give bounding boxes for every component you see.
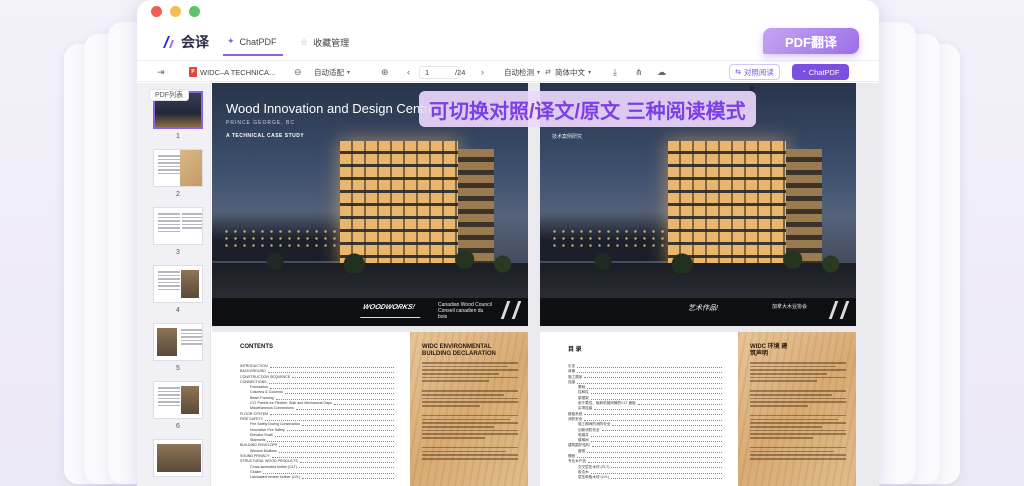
contents-list: INTRODUCTION BACKGROUND CONSTRUCTION SEQ…: [240, 364, 396, 481]
page-thumbnail-number: 3: [176, 249, 180, 256]
zoom-window-button[interactable]: [189, 6, 200, 17]
download-button[interactable]: ⤓: [613, 61, 617, 83]
page-thumbnail-number: 4: [176, 307, 180, 314]
declaration-text-block: [422, 362, 518, 462]
page-thumbnail-number: 2: [176, 191, 180, 198]
translated-contents-title: 目 录: [568, 347, 582, 353]
cover-title: Wood Innovation and Design Centre: [226, 101, 436, 116]
page-thumbnail-number: 5: [176, 365, 180, 372]
zoom-out-button[interactable]: ⊖: [294, 61, 302, 83]
compare-reading-button[interactable]: ⇆ 对照阅读: [729, 64, 780, 80]
download-icon: ⤓: [613, 66, 617, 77]
environmental-declaration-heading: WIDC ENVIRONMENTAL BUILDING DECLARATION: [422, 344, 496, 357]
zoom-mode-value: 自动适配: [314, 67, 344, 77]
reading-mode-banner: 可切换对照/译文/原文 三种阅读模式: [419, 91, 756, 127]
page-thumbnail-4[interactable]: [153, 265, 203, 303]
file-name: WIDC–A TECHNICA...: [200, 67, 276, 77]
zoom-out-icon: ⊖: [294, 66, 302, 77]
translated-contents-page: 目 录 引言 背景 施工顺序 连接 基础 柱和柱 梁框架 用于柔性、板和机械间隙…: [540, 332, 856, 486]
cover-subtitle: PRINCE GEORGE, BC: [226, 120, 295, 126]
page-thumbnail-7[interactable]: [153, 439, 203, 477]
cwc-logo: Canadian Wood Council Conseil canadien d…: [438, 302, 492, 320]
chevron-down-icon: ▾: [347, 69, 351, 76]
cloud-upload-button[interactable]: ☁: [657, 61, 666, 83]
mouse-cursor-icon: ➤: [748, 83, 756, 93]
prev-page-button[interactable]: ‹: [407, 61, 410, 83]
thumbnail-sidebar: PDF列表 1 2 3 4 5 6: [137, 83, 211, 486]
chevron-right-icon: ›: [481, 67, 484, 77]
source-language-select[interactable]: 自动检测 ▾: [504, 61, 540, 83]
chat-bubble-icon: ◔: [801, 68, 806, 76]
window-controls: [151, 6, 200, 17]
page-thumbnail-5[interactable]: [153, 323, 203, 361]
translated-cwc-logo: 加拿大木业协会: [772, 304, 808, 310]
pdf-list-label[interactable]: PDF列表: [149, 89, 189, 101]
minimize-window-button[interactable]: [170, 6, 181, 17]
translated-woodworks-logo: 艺术作品!: [688, 305, 718, 312]
app-logo-icon: [163, 36, 174, 48]
zoom-in-button[interactable]: ⊕: [381, 61, 389, 83]
app-logo: 会译: [161, 32, 209, 52]
tab-chatpdf-label: ChatPDF: [239, 36, 277, 47]
chevron-left-icon: ‹: [407, 67, 410, 77]
contents-title: CONTENTS: [240, 344, 273, 350]
source-language-value: 自动检测: [504, 67, 534, 77]
swap-language-icon[interactable]: ⇄: [545, 61, 551, 83]
translated-case-study-label: 技术案例研究: [552, 134, 583, 140]
app-logo-text: 会译: [181, 34, 209, 50]
chat-icon: ✦: [227, 36, 235, 46]
target-language-value: 简体中文: [555, 67, 585, 77]
target-language-select[interactable]: 简体中文 ▾: [555, 61, 591, 83]
cover-case-study-label: A TECHNICAL CASE STUDY: [226, 133, 305, 139]
tab-chatpdf[interactable]: ✦ ChatPDF: [227, 36, 277, 47]
tab-favorites[interactable]: ☆ 收藏管理: [300, 36, 349, 49]
zoom-in-icon: ⊕: [381, 66, 389, 77]
page-number-input[interactable]: 1: [419, 65, 459, 79]
page-thumbnail-2[interactable]: [153, 149, 203, 187]
translated-declaration-heading: WIDC 环境 建筑声明: [750, 344, 788, 357]
chevron-down-icon: ▾: [588, 69, 592, 76]
page-thumbnail-number: 1: [176, 133, 180, 140]
zoom-mode-select[interactable]: 自动适配 ▾: [314, 61, 350, 83]
toggle-sidebar-button[interactable]: ⇥: [157, 61, 165, 83]
original-contents-page: CONTENTS INTRODUCTION BACKGROUND CONSTRU…: [212, 332, 528, 486]
pdf-translate-badge: PDF翻译: [763, 28, 859, 54]
translated-declaration-text: [750, 362, 846, 462]
contents-row: 层压单板木材 (LVL): [568, 475, 724, 480]
close-window-button[interactable]: [151, 6, 162, 17]
app-window: 会译 ✦ ChatPDF ☆ 收藏管理 ⇥ P WIDC–A TECHNICA.…: [137, 0, 879, 486]
tab-favorites-label: 收藏管理: [313, 38, 350, 48]
pdf-toolbar: ⇥ P WIDC–A TECHNICA... ⊖ 自动适配 ▾ ⊕ ‹ 1 /2…: [137, 60, 879, 82]
file-name-tab[interactable]: P WIDC–A TECHNICA...: [189, 61, 275, 83]
page-thumbnail-3[interactable]: [153, 207, 203, 245]
pdf-file-icon: P: [189, 67, 197, 77]
translated-contents-list: 引言 背景 施工顺序 连接 基础 柱和柱 梁框架 用于柔性、板和机械间隙的CLT…: [568, 364, 724, 481]
total-pages: /24: [455, 67, 466, 77]
page-thumbnail-6[interactable]: [153, 381, 203, 419]
star-icon: ☆: [300, 37, 309, 47]
next-page-button[interactable]: ›: [481, 61, 484, 83]
cloud-upload-icon: ☁: [657, 66, 666, 77]
chevron-down-icon: ▾: [537, 69, 541, 76]
woodworks-logo: WOODWORKS!: [360, 304, 424, 318]
active-tab-indicator: [223, 54, 283, 56]
chatpdf-button[interactable]: ◔ ChatPDF: [792, 64, 849, 80]
share-button[interactable]: ⋔: [635, 61, 643, 83]
document-viewer[interactable]: Wood Innovation and Design Centre PRINCE…: [212, 83, 879, 486]
sidebar-toggle-icon: ⇥: [157, 66, 165, 77]
contents-row: Laminated veneer lumber (LVL): [240, 475, 396, 480]
compare-reading-label: 对照阅读: [743, 67, 774, 77]
compare-icon: ⇆: [735, 69, 741, 76]
chatpdf-button-label: ChatPDF: [808, 67, 840, 77]
page-thumbnail-number: 6: [176, 423, 180, 430]
share-icon: ⋔: [635, 66, 643, 77]
